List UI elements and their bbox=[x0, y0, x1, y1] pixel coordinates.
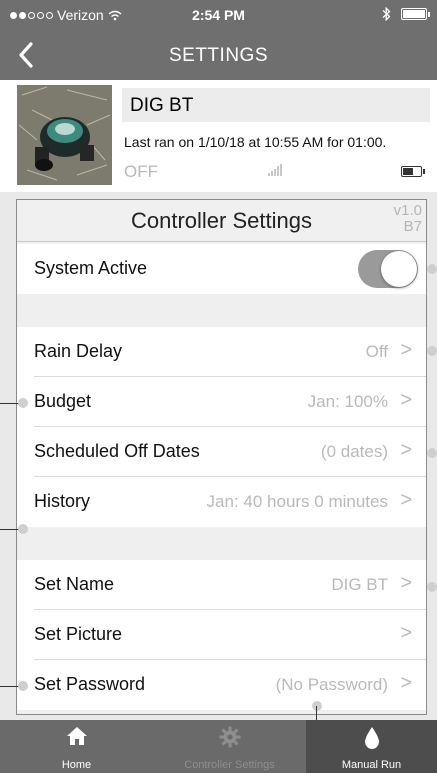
device-state: OFF bbox=[124, 162, 158, 181]
callout-line bbox=[0, 403, 20, 404]
row-scheduled-off-dates[interactable]: Scheduled Off Dates (0 dates) > bbox=[17, 427, 426, 477]
callout-line bbox=[0, 686, 20, 687]
device-name-box: DIG BT bbox=[122, 88, 430, 122]
callout-dot bbox=[427, 264, 437, 274]
callout-dot bbox=[18, 681, 28, 691]
last-ran-text: Last ran on 1/10/18 at 10:55 AM for 01:0… bbox=[124, 134, 387, 150]
version-line-1: v1.0 bbox=[393, 202, 422, 219]
version-label: v1.0 B7 bbox=[394, 203, 422, 235]
row-system-active: System Active bbox=[17, 244, 426, 294]
row-set-password[interactable]: Set Password (No Password) > bbox=[17, 660, 426, 710]
section-gap bbox=[17, 294, 426, 327]
callout-dot bbox=[18, 398, 28, 408]
rain-delay-value: Off bbox=[365, 342, 388, 361]
set-name-value: DIG BT bbox=[331, 575, 388, 594]
battery-icon bbox=[401, 8, 430, 20]
home-icon bbox=[66, 727, 87, 745]
callout-dot bbox=[427, 448, 437, 458]
panel-header: Controller Settings v1.0 B7 bbox=[17, 200, 426, 242]
row-rain-delay[interactable]: Rain Delay Off > bbox=[17, 327, 426, 377]
bluetooth-icon bbox=[382, 7, 391, 21]
tab-controller-settings-label: Controller Settings bbox=[184, 759, 275, 771]
callout-dot bbox=[427, 582, 437, 592]
scheduled-off-value: (0 dates) bbox=[320, 442, 388, 461]
toggle-knob bbox=[381, 251, 417, 287]
callout-dot bbox=[312, 701, 322, 711]
callout-dot bbox=[427, 346, 437, 356]
tab-controller-settings[interactable]: Controller Settings bbox=[153, 720, 306, 773]
chevron-right-icon: > bbox=[400, 672, 412, 694]
version-line-2: B7 bbox=[403, 218, 422, 235]
set-name-label: Set Name bbox=[34, 574, 115, 594]
budget-value: Jan: 100% bbox=[307, 392, 388, 411]
status-bar: Verizon 2:54 PM bbox=[0, 0, 437, 30]
rain-delay-label: Rain Delay bbox=[34, 341, 123, 361]
controller-settings-panel: Controller Settings v1.0 B7 System Activ… bbox=[16, 199, 427, 715]
chevron-right-icon: > bbox=[400, 489, 412, 511]
scheduled-off-label: Scheduled Off Dates bbox=[34, 441, 200, 461]
device-battery-icon bbox=[401, 166, 425, 177]
tab-manual-run-label: Manual Run bbox=[341, 759, 402, 771]
set-picture-label: Set Picture bbox=[34, 624, 123, 644]
row-set-picture[interactable]: Set Picture > bbox=[17, 610, 426, 660]
history-value: Jan: 40 hours 0 minutes bbox=[206, 492, 388, 511]
chevron-right-icon: > bbox=[400, 439, 412, 461]
gear-icon bbox=[219, 726, 240, 748]
nav-bar: SETTINGS bbox=[0, 30, 437, 80]
chevron-right-icon: > bbox=[400, 389, 412, 411]
callout-dot bbox=[18, 524, 28, 534]
water-drop-icon bbox=[364, 727, 379, 749]
system-active-label: System Active bbox=[34, 258, 148, 278]
panel-title: Controller Settings bbox=[131, 208, 312, 233]
device-name: DIG BT bbox=[130, 95, 194, 116]
settings-screen: Verizon 2:54 PM SETTINGS DIG BT Last ran… bbox=[0, 0, 437, 773]
status-time: 2:54 PM bbox=[192, 7, 245, 23]
device-header: DIG BT Last ran on 1/10/18 at 10:55 AM f… bbox=[0, 80, 437, 192]
chevron-right-icon: > bbox=[400, 339, 412, 361]
tab-manual-run[interactable]: Manual Run bbox=[306, 720, 437, 773]
row-history[interactable]: History Jan: 40 hours 0 minutes > bbox=[17, 477, 426, 527]
budget-label: Budget bbox=[34, 391, 92, 411]
status-right bbox=[382, 7, 430, 21]
history-label: History bbox=[34, 491, 91, 511]
section-gap bbox=[17, 527, 426, 560]
tab-home[interactable]: Home bbox=[0, 720, 153, 773]
tab-home-label: Home bbox=[61, 759, 92, 771]
set-password-value: (No Password) bbox=[275, 675, 388, 694]
tab-bar: Home Controller Settings Manual Run bbox=[0, 720, 437, 773]
signal-bars-icon bbox=[268, 164, 282, 176]
row-budget[interactable]: Budget Jan: 100% > bbox=[17, 377, 426, 427]
chevron-right-icon: > bbox=[400, 622, 412, 644]
chevron-right-icon: > bbox=[400, 572, 412, 594]
set-password-label: Set Password bbox=[34, 674, 146, 694]
callout-line bbox=[0, 529, 20, 530]
page-title: SETTINGS bbox=[168, 45, 268, 66]
row-set-name[interactable]: Set Name DIG BT > bbox=[17, 560, 426, 610]
system-active-toggle[interactable] bbox=[358, 250, 418, 288]
controller-photo[interactable] bbox=[17, 85, 112, 185]
